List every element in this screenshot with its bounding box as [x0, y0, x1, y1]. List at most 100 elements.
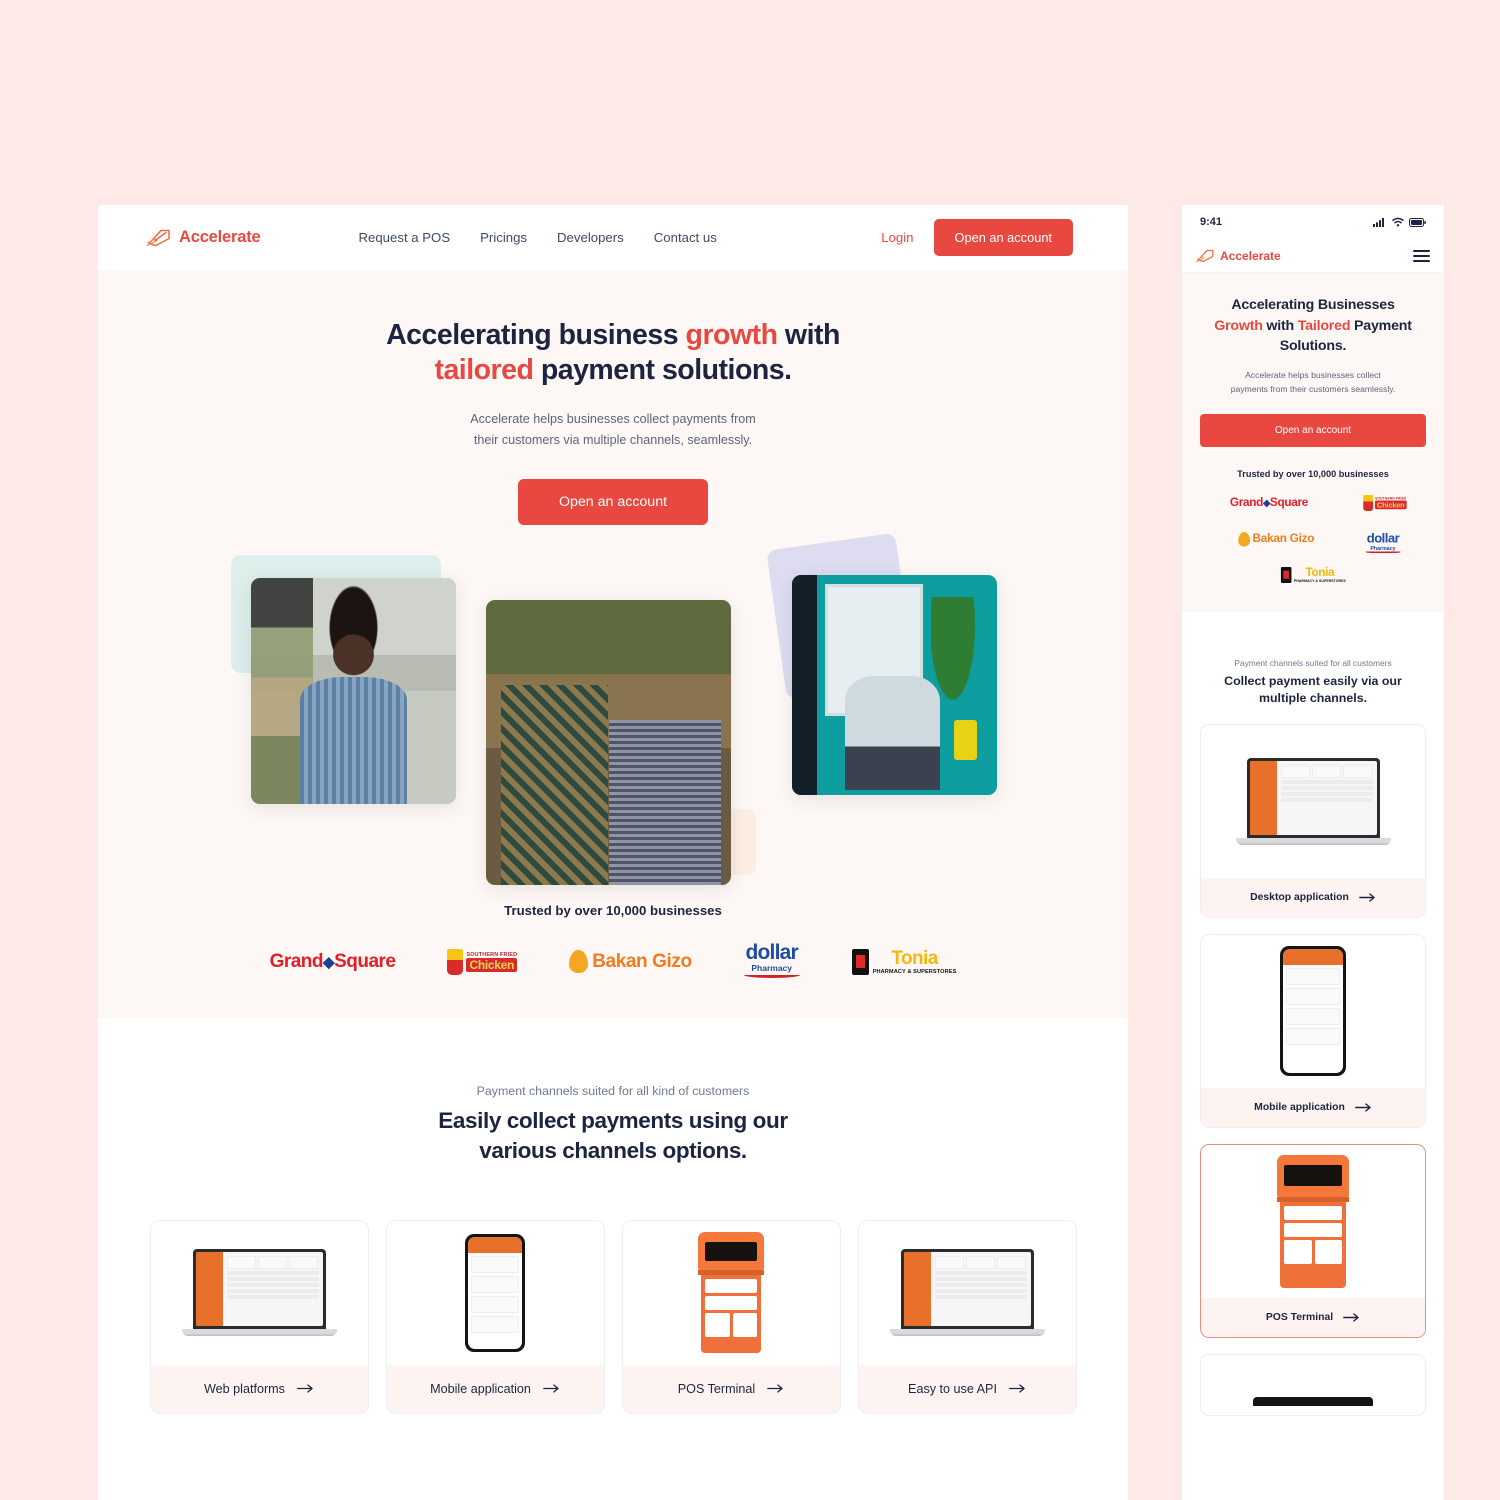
- logo-sfc-mid: Chicken: [1375, 500, 1407, 509]
- hero-title-part1: Accelerating business: [386, 319, 686, 351]
- mobile-channel-foot-pos-terminal[interactable]: POS Terminal: [1201, 1297, 1425, 1337]
- channels-title-line2: various channels options.: [479, 1138, 747, 1164]
- desktop-navbar: Accelerate Request a POS Pricings Develo…: [98, 205, 1128, 270]
- pos-terminal-illustration: [1277, 1154, 1349, 1288]
- laptop-illustration: [1235, 757, 1391, 845]
- page-canvas: Accelerate Request a POS Pricings Develo…: [0, 0, 1500, 1500]
- logo-southern-fried-chicken: SOUTHERN FRIED Chicken: [447, 942, 518, 982]
- logo-grand-square-word1: Grand: [269, 950, 324, 972]
- mobile-hero-subtitle-line2: payments from their customers seamlessly…: [1230, 383, 1396, 394]
- nav-links: Request a POS Pricings Developers Contac…: [358, 230, 716, 245]
- mobile-open-an-account-button[interactable]: Open an account: [1200, 413, 1426, 447]
- mobile-channel-media-next: [1201, 1355, 1425, 1415]
- channel-foot-easy-to-use-api[interactable]: Easy to use API: [858, 1364, 1076, 1413]
- dollar-swoosh-icon: [743, 972, 800, 979]
- hero-title-highlight-growth: growth: [685, 319, 778, 351]
- login-link[interactable]: Login: [881, 230, 913, 245]
- brand-logo-group[interactable]: Accelerate: [146, 227, 261, 249]
- logo-tonia: Tonia PHARMACY & SUPERSTORES: [851, 942, 957, 982]
- channel-foot-pos-terminal[interactable]: POS Terminal: [622, 1364, 840, 1413]
- mobile-channels-eyebrow: Payment channels suited for all customer…: [1234, 657, 1392, 668]
- nav-link-contact-us[interactable]: Contact us: [654, 230, 717, 245]
- mobile-channels-title-line2: multiple channels.: [1258, 691, 1368, 706]
- arrow-right-icon: [543, 1384, 559, 1393]
- mobile-hero-title-mid: with: [1262, 317, 1298, 334]
- signal-icon: [1373, 218, 1384, 227]
- laptop-top-edge: [1253, 1397, 1373, 1407]
- channel-media-laptop-api: [858, 1220, 1076, 1365]
- nav-link-developers[interactable]: Developers: [557, 230, 624, 245]
- open-an-account-button[interactable]: Open an account: [933, 219, 1073, 256]
- phone-illustration: [465, 1233, 525, 1352]
- mobile-preview-frame: 9:41 Accelerate Accelerating Businesses …: [1182, 205, 1444, 1500]
- mobile-channels-header: Payment channels suited for all customer…: [1182, 638, 1444, 708]
- channel-card-web-platforms[interactable]: Web platforms: [149, 1219, 369, 1414]
- mobile-channel-foot-mobile-application[interactable]: Mobile application: [1201, 1087, 1425, 1127]
- mobile-channel-card-next[interactable]: [1200, 1353, 1426, 1416]
- chicken-bucket-icon: [447, 948, 464, 975]
- nav-link-request-a-pos[interactable]: Request a POS: [358, 230, 450, 245]
- mobile-channel-media-laptop: [1201, 725, 1425, 878]
- status-icons: [1373, 217, 1426, 227]
- logo-tonia: Tonia PHARMACY & SUPERSTORES: [1280, 566, 1346, 583]
- nav-link-pricings[interactable]: Pricings: [480, 230, 527, 245]
- mobile-channel-card-desktop-application[interactable]: Desktop application: [1200, 723, 1426, 918]
- wifi-icon: [1392, 217, 1404, 227]
- mobile-channels-title-line1: Collect payment easily via our: [1224, 673, 1402, 688]
- mobile-trusted-logos: Grand◆Square SOUTHERN FRIED Chicken Baka…: [1200, 492, 1426, 586]
- mobile-brand-name: Accelerate: [1220, 248, 1281, 263]
- logo-tonia-top: Tonia: [891, 947, 938, 969]
- mobile-hero-title: Accelerating Businesses Growth with Tail…: [1200, 295, 1426, 357]
- mobile-channel-foot-desktop-application[interactable]: Desktop application: [1201, 877, 1425, 917]
- mobile-channel-card-mobile-application[interactable]: Mobile application: [1200, 933, 1426, 1128]
- hero-section: Accelerating business growth with tailor…: [98, 270, 1128, 1018]
- hamburger-menu-icon[interactable]: [1413, 249, 1430, 262]
- mobile-section-divider: [1182, 611, 1444, 638]
- logo-dollar-pharmacy: dollar Pharmacy: [743, 942, 800, 982]
- logo-dollar-pharmacy: dollar Pharmacy: [1365, 532, 1401, 553]
- mobile-brand-logo-group[interactable]: Accelerate: [1196, 248, 1281, 264]
- trusted-by-section: Trusted by over 10,000 businesses Grand◆…: [98, 903, 1128, 982]
- channel-card-pos-terminal[interactable]: POS Terminal: [621, 1219, 841, 1414]
- hero-title-part3: payment solutions.: [533, 353, 792, 386]
- mobile-trusted-title: Trusted by over 10,000 businesses: [1237, 468, 1389, 479]
- hero-cta-wrap: Open an account: [98, 478, 1128, 525]
- bakan-gizo-drop-icon: [569, 950, 589, 974]
- channel-label-web-platforms: Web platforms: [204, 1381, 285, 1396]
- channels-eyebrow: Payment channels suited for all kind of …: [476, 1084, 750, 1098]
- logo-sfc-mid: Chicken: [466, 957, 518, 972]
- bakan-gizo-drop-icon: [1238, 531, 1250, 546]
- channel-foot-web-platforms[interactable]: Web platforms: [150, 1364, 368, 1413]
- hero-photo-office-man: [792, 574, 997, 795]
- tonia-mark-icon: [851, 948, 869, 975]
- channel-cards: Web platforms Mobile application POS Ter…: [98, 1219, 1128, 1414]
- nav-actions: Login Open an account: [881, 219, 1073, 256]
- channel-card-mobile-application[interactable]: Mobile application: [385, 1219, 605, 1414]
- arrow-right-icon: [1009, 1384, 1025, 1393]
- hero-open-an-account-button[interactable]: Open an account: [518, 478, 708, 525]
- mobile-channel-label-desktop-application: Desktop application: [1250, 891, 1349, 903]
- chicken-bucket-icon: [1363, 494, 1374, 511]
- logo-dollar-bottom: Pharmacy: [751, 962, 792, 973]
- logo-grand-square-word2: Square: [1270, 495, 1309, 509]
- accelerate-arrow-icon: [146, 229, 170, 246]
- channels-title: Easily collect payments using our variou…: [98, 1106, 1128, 1167]
- hero-subtitle-line1: Accelerate helps businesses collect paym…: [470, 411, 756, 426]
- trusted-logos: Grand◆Square SOUTHERN FRIED Chicken Baka…: [98, 942, 1128, 982]
- logo-bakan-gizo-text: Bakan Gizo: [592, 950, 692, 972]
- mobile-channel-label-pos-terminal: POS Terminal: [1265, 1311, 1334, 1323]
- channel-card-easy-to-use-api[interactable]: Easy to use API: [857, 1219, 1077, 1414]
- channel-label-pos-terminal: POS Terminal: [677, 1381, 756, 1396]
- status-time: 9:41: [1200, 216, 1223, 228]
- channel-label-easy-to-use-api: Easy to use API: [908, 1381, 997, 1396]
- mobile-navbar: Accelerate: [1182, 239, 1444, 273]
- logo-grand-square: Grand◆Square: [269, 950, 396, 972]
- channel-media-pos: [622, 1220, 840, 1365]
- logo-tonia-bottom: PHARMACY & SUPERSTORES: [872, 968, 957, 975]
- mobile-hero-section: Accelerating Businesses Growth with Tail…: [1182, 273, 1444, 612]
- mobile-channel-card-pos-terminal[interactable]: POS Terminal: [1200, 1143, 1426, 1338]
- channel-foot-mobile-application[interactable]: Mobile application: [386, 1364, 604, 1413]
- logo-tonia-bottom: PHARMACY & SUPERSTORES: [1293, 578, 1346, 583]
- tonia-mark-icon: [1280, 566, 1292, 583]
- mobile-channels-title: Collect payment easily via our multiple …: [1200, 673, 1426, 708]
